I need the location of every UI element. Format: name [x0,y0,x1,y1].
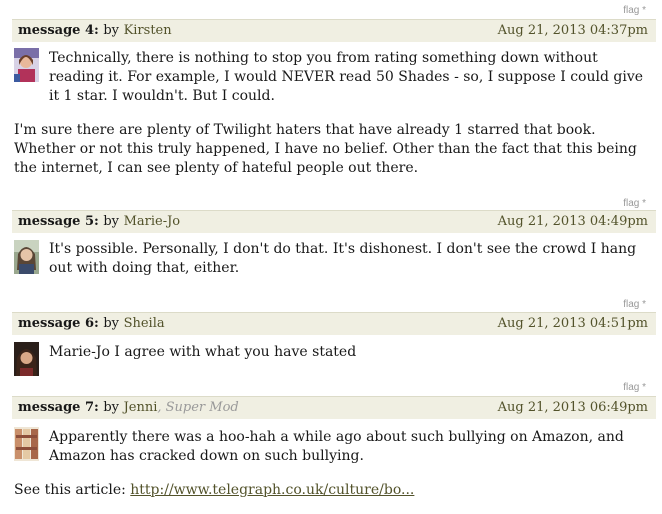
avatar[interactable] [14,48,39,82]
message-body: See this article: http://www.telegraph.c… [14,481,644,500]
message-number: message 7: by Jenni, Super Mod [18,400,239,415]
message-date-link[interactable]: Aug 21, 2013 04:51pm [498,313,648,335]
message-body: Technically, there is nothing to stop yo… [49,49,647,106]
message-number: message 5: by Marie-Jo [18,214,181,229]
message-paragraph: Marie-Jo I agree with what you have stat… [49,344,357,360]
message-7: flag * message 7: by Jenni, Super Mod Au… [12,382,656,514]
avatar[interactable] [14,240,39,274]
flag-link[interactable]: flag * [623,198,646,209]
message-4: flag * message 4: by Kirsten Aug 21, 201… [12,0,656,200]
message-header: message 4: by Kirsten Aug 21, 2013 04:37… [12,19,656,42]
message-paragraph: It's possible. Personally, I don't do th… [49,241,637,276]
message-date-link[interactable]: Aug 21, 2013 04:37pm [498,20,648,42]
message-date-link[interactable]: Aug 21, 2013 06:49pm [498,397,648,419]
message-paragraph: Technically, there is nothing to stop yo… [49,50,644,104]
message-body: It's possible. Personally, I don't do th… [49,240,647,278]
role-badge: , Super Mod [157,400,239,415]
author-link[interactable]: Sheila [124,316,165,331]
message-body: Marie-Jo I agree with what you have stat… [49,343,647,362]
message-header: message 7: by Jenni, Super Mod Aug 21, 2… [12,396,656,419]
message-date-link[interactable]: Aug 21, 2013 04:49pm [498,211,648,233]
author-link[interactable]: Marie-Jo [124,214,181,229]
flag-link[interactable]: flag * [623,299,646,310]
avatar[interactable] [14,342,39,376]
message-paragraph: I'm sure there are plenty of Twilight ha… [14,122,637,176]
message-header: message 5: by Marie-Jo Aug 21, 2013 04:4… [12,210,656,233]
message-number: message 4: by Kirsten [18,23,172,38]
message-6: flag * message 6: by Sheila Aug 21, 2013… [12,299,656,379]
flag-link[interactable]: flag * [623,5,646,16]
avatar-jenni-image [14,427,39,461]
article-link[interactable]: http://www.telegraph.co.uk/culture/bo... [130,482,414,498]
message-paragraph: Apparently there was a hoo-hah a while a… [49,429,624,464]
avatar-kirsten-image [14,48,39,82]
message-number: message 6: by Sheila [18,316,165,331]
author-link[interactable]: Jenni [124,400,158,415]
author-link[interactable]: Kirsten [124,23,172,38]
avatar-marie-jo-image [14,240,39,274]
message-body: I'm sure there are plenty of Twilight ha… [14,121,644,178]
avatar[interactable] [14,427,39,461]
message-body: Apparently there was a hoo-hah a while a… [49,428,647,466]
message-5: flag * message 5: by Marie-Jo Aug 21, 20… [12,196,656,296]
message-header: message 6: by Sheila Aug 21, 2013 04:51p… [12,312,656,335]
avatar-sheila-image [14,342,39,376]
message-paragraph: See this article: http://www.telegraph.c… [14,482,415,498]
flag-link[interactable]: flag * [623,382,646,393]
